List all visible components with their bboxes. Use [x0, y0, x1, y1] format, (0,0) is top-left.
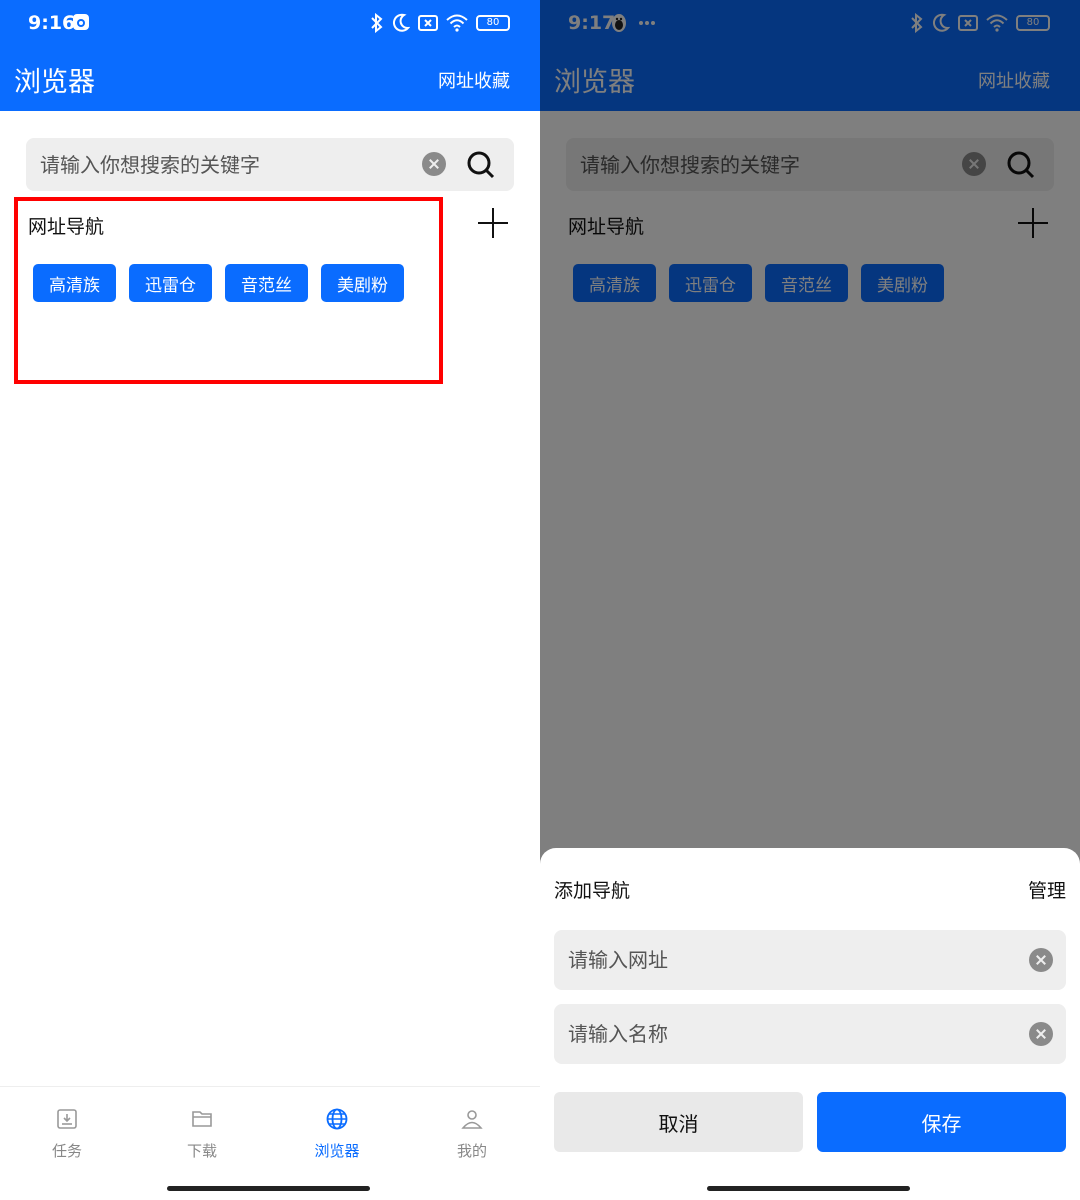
url-field: [554, 930, 1066, 990]
clear-icon[interactable]: [1029, 1022, 1053, 1046]
home-indicator: [167, 1186, 370, 1191]
tab-label: 浏览器: [314, 1142, 360, 1160]
folder-icon: [192, 1111, 212, 1127]
search-icon[interactable]: [466, 150, 496, 180]
browser-screen: 9:16 80 浏览器 网址收藏 网址导航 高清族 迅雷仓 音范丝 美剧: [0, 0, 540, 1200]
browser-screen-with-sheet: 9:17 80 浏览器 网址收藏 网址导航 高清族 迅雷仓 音: [540, 0, 1080, 1200]
manage-button[interactable]: 管理: [1028, 876, 1066, 903]
app-notification-icon: [73, 14, 89, 30]
clear-icon[interactable]: [1029, 948, 1053, 972]
sim-icon: [418, 15, 438, 31]
bookmarks-link[interactable]: 网址收藏: [438, 67, 510, 93]
sheet-title: 添加导航: [554, 880, 631, 902]
save-button[interactable]: 保存: [817, 1092, 1066, 1152]
url-input[interactable]: [568, 930, 1008, 990]
name-input[interactable]: [568, 1004, 1008, 1064]
tab-tasks[interactable]: 任务: [27, 1107, 107, 1161]
search-bar: [26, 138, 514, 191]
add-icon[interactable]: [478, 208, 508, 238]
wifi-icon: [446, 14, 468, 32]
globe-icon: [326, 1108, 348, 1130]
bluetooth-icon: [371, 13, 383, 33]
tab-profile[interactable]: 我的: [432, 1107, 512, 1161]
download-tray-icon: [57, 1109, 77, 1129]
tab-browser[interactable]: 浏览器: [297, 1107, 377, 1161]
clear-icon[interactable]: [422, 152, 446, 176]
search-input[interactable]: [40, 138, 420, 191]
add-nav-sheet: 添加导航 管理 取消 保存: [540, 848, 1080, 1200]
tab-label: 下载: [186, 1142, 217, 1160]
person-icon: [461, 1110, 483, 1129]
status-time: 9:16: [28, 12, 76, 34]
cancel-button[interactable]: 取消: [554, 1092, 803, 1152]
name-field: [554, 1004, 1066, 1064]
battery-icon: 80: [476, 15, 510, 31]
tab-downloads[interactable]: 下载: [162, 1107, 242, 1161]
status-bar: 9:16 80: [0, 0, 540, 48]
tab-label: 我的: [456, 1142, 487, 1160]
tab-label: 任务: [51, 1142, 82, 1160]
highlight-box: [14, 197, 443, 384]
bottom-nav: 任务 下载 浏览器 我的: [0, 1086, 540, 1200]
home-indicator: [707, 1186, 910, 1191]
moon-icon: [393, 13, 410, 32]
page-title: 浏览器: [14, 67, 95, 98]
app-header: 9:16 80 浏览器 网址收藏: [0, 0, 540, 111]
